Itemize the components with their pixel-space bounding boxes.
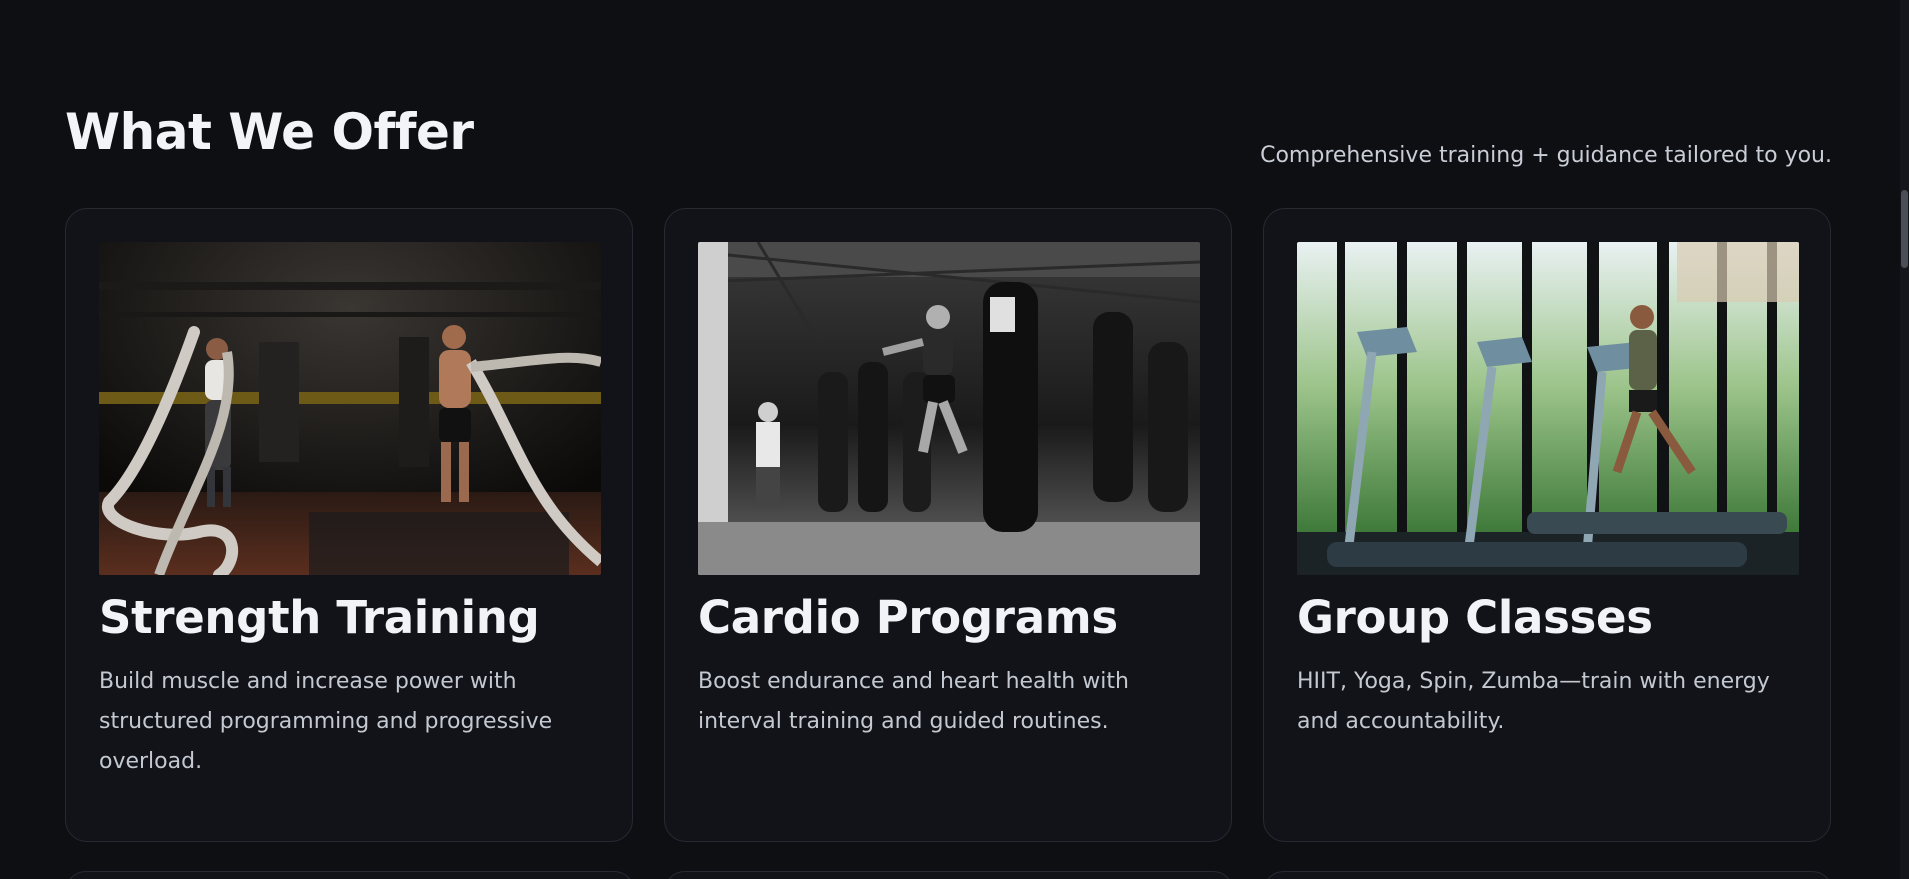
card-strength-training[interactable]: Strength Training Build muscle and incre… [65,208,633,842]
card-group-classes[interactable]: Group Classes HIIT, Yoga, Spin, Zumba—tr… [1263,208,1831,842]
card-description: Build muscle and increase power with str… [99,669,553,774]
next-card[interactable] [65,871,635,879]
card-description: Boost endurance and heart health with in… [698,669,1129,734]
scrollbar-thumb[interactable] [1901,190,1908,268]
treadmill-image [1297,242,1799,575]
card-description: HIIT, Yoga, Spin, Zumba—train with energ… [1297,669,1770,734]
next-card[interactable] [1263,871,1833,879]
battle-ropes-image [99,242,601,575]
card-title: Group Classes [1297,591,1653,644]
scrollbar-track[interactable] [1900,0,1909,879]
offer-section: What We Offer Comprehensive training + g… [0,0,1909,879]
section-subtitle: Comprehensive training + guidance tailor… [1260,143,1832,168]
card-cardio-programs[interactable]: Cardio Programs Boost endurance and hear… [664,208,1232,842]
card-title: Cardio Programs [698,591,1118,644]
next-card[interactable] [664,871,1234,879]
boxing-gym-image [698,242,1200,575]
card-title: Strength Training [99,591,540,644]
section-title: What We Offer [65,103,474,161]
